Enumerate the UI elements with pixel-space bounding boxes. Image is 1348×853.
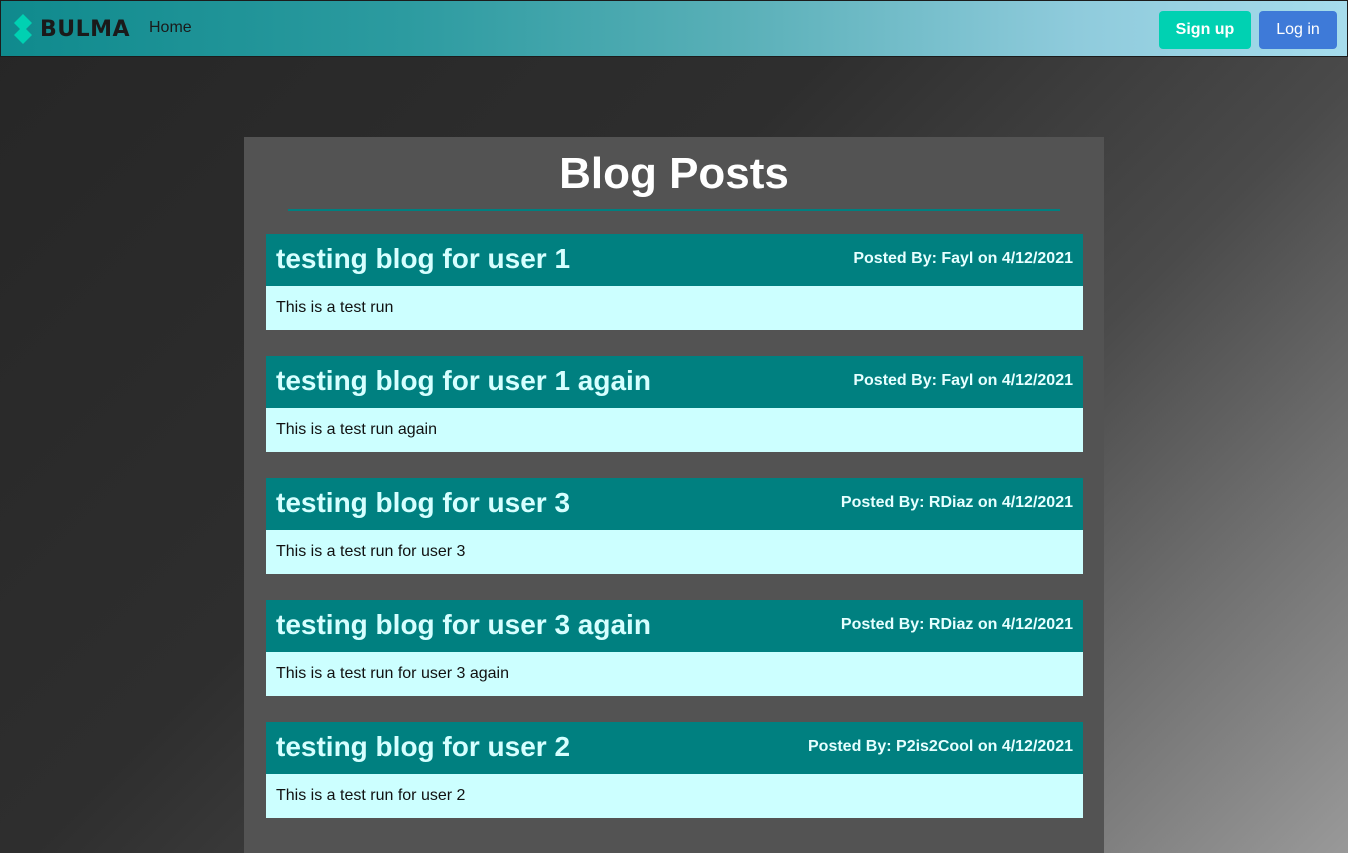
brand-name: BULMA <box>40 16 131 42</box>
page-title: Blog Posts <box>559 149 789 198</box>
post-header: testing blog for user 3 Posted By: RDiaz… <box>266 478 1083 530</box>
blog-post: testing blog for user 1 Posted By: Fayl … <box>266 234 1083 330</box>
post-text: This is a test run for user 2 <box>276 787 466 804</box>
post-meta: Posted By: Fayl on 4/12/2021 <box>853 372 1073 389</box>
post-body: This is a test run <box>266 286 1083 330</box>
post-body: This is a test run for user 3 again <box>266 652 1083 696</box>
post-meta: Posted By: P2is2Cool on 4/12/2021 <box>808 738 1073 755</box>
login-button[interactable]: Log in <box>1259 11 1337 49</box>
title-divider <box>288 209 1060 211</box>
post-title: testing blog for user 1 again <box>276 365 651 396</box>
post-body: This is a test run for user 2 <box>266 774 1083 818</box>
post-meta: Posted By: Fayl on 4/12/2021 <box>853 250 1073 267</box>
post-text: This is a test run <box>276 299 394 316</box>
post-title: testing blog for user 3 <box>276 487 571 518</box>
post-title: testing blog for user 3 again <box>276 609 651 640</box>
post-title: testing blog for user 2 <box>276 731 571 762</box>
post-header: testing blog for user 1 again Posted By:… <box>266 356 1083 408</box>
post-body: This is a test run for user 3 <box>266 530 1083 574</box>
blog-post: testing blog for user 3 again Posted By:… <box>266 600 1083 696</box>
post-header: testing blog for user 1 Posted By: Fayl … <box>266 234 1083 286</box>
nav-home-link[interactable]: Home <box>149 19 192 37</box>
post-meta: Posted By: RDiaz on 4/12/2021 <box>840 494 1073 511</box>
blog-post: testing blog for user 3 Posted By: RDiaz… <box>266 478 1083 574</box>
blog-post: testing blog for user 2 Posted By: P2is2… <box>266 722 1083 818</box>
bulma-logo-icon <box>14 14 32 44</box>
post-header: testing blog for user 3 again Posted By:… <box>266 600 1083 652</box>
post-header: testing blog for user 2 Posted By: P2is2… <box>266 722 1083 774</box>
blog-posts-panel: Blog Posts testing blog for user 1 Poste… <box>244 137 1104 853</box>
post-body: This is a test run again <box>266 408 1083 452</box>
post-text: This is a test run for user 3 <box>276 543 466 560</box>
brand-link[interactable]: BULMA <box>12 14 130 44</box>
navbar: BULMA Home Sign up Log in <box>0 0 1348 57</box>
post-text: This is a test run again <box>276 421 437 438</box>
blog-post: testing blog for user 1 again Posted By:… <box>266 356 1083 452</box>
post-meta: Posted By: RDiaz on 4/12/2021 <box>840 616 1073 633</box>
signup-button[interactable]: Sign up <box>1159 11 1251 49</box>
post-title: testing blog for user 1 <box>276 243 571 274</box>
post-text: This is a test run for user 3 again <box>276 665 509 682</box>
